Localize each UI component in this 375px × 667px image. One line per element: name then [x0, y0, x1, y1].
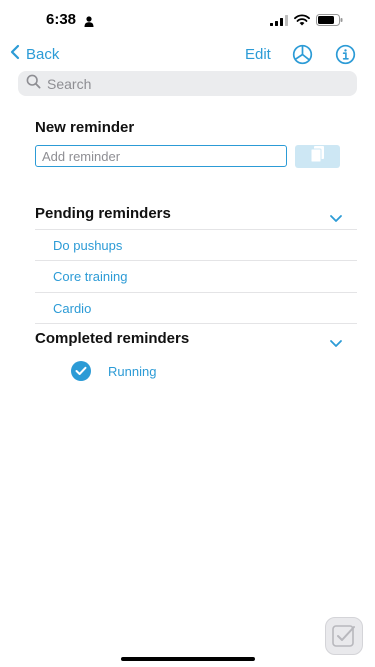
- app-store-badge-icon[interactable]: [325, 617, 363, 655]
- pending-reminders-title: Pending reminders: [35, 205, 171, 222]
- person-icon: [84, 14, 94, 32]
- back-button[interactable]: Back: [10, 44, 59, 64]
- reminder-label: Cardio: [53, 301, 92, 316]
- completed-reminder-item[interactable]: Running: [54, 361, 156, 381]
- status-time: 6:38: [46, 11, 77, 28]
- search-icon: [18, 74, 47, 94]
- search-input[interactable]: [47, 75, 327, 92]
- back-label: Back: [26, 45, 60, 63]
- wifi-icon: [294, 13, 310, 31]
- add-reminder-input[interactable]: [35, 145, 287, 167]
- reminder-label: Running: [108, 363, 157, 379]
- reminder-label: Do pushups: [53, 238, 123, 253]
- add-reminder-button[interactable]: [295, 145, 340, 168]
- pending-reminder-item[interactable]: Do pushups: [35, 229, 357, 260]
- chevron-down-icon[interactable]: [329, 335, 343, 353]
- new-reminder-title: New reminder: [35, 119, 135, 136]
- info-icon[interactable]: [335, 44, 356, 70]
- search-bar[interactable]: [18, 71, 357, 96]
- navigation-bar: Back Edit: [0, 40, 375, 70]
- chevron-down-icon[interactable]: [329, 210, 343, 228]
- paste-icon: [309, 145, 327, 168]
- status-bar: 6:38: [0, 0, 375, 40]
- pending-reminder-item[interactable]: Core training: [35, 260, 357, 291]
- reminder-label: Core training: [53, 269, 128, 284]
- completed-reminders-title: Completed reminders: [35, 330, 190, 347]
- pie-chart-icon[interactable]: [292, 44, 313, 70]
- pending-reminder-item[interactable]: Cardio: [35, 292, 357, 323]
- checkmark-icon[interactable]: [71, 361, 91, 381]
- divider: [35, 323, 357, 324]
- battery-icon: [316, 13, 343, 31]
- chevron-left-icon: [10, 44, 26, 64]
- status-indicators: [270, 13, 343, 31]
- signal-icon: [270, 13, 288, 31]
- home-indicator[interactable]: [121, 657, 255, 661]
- edit-button[interactable]: Edit: [245, 46, 271, 63]
